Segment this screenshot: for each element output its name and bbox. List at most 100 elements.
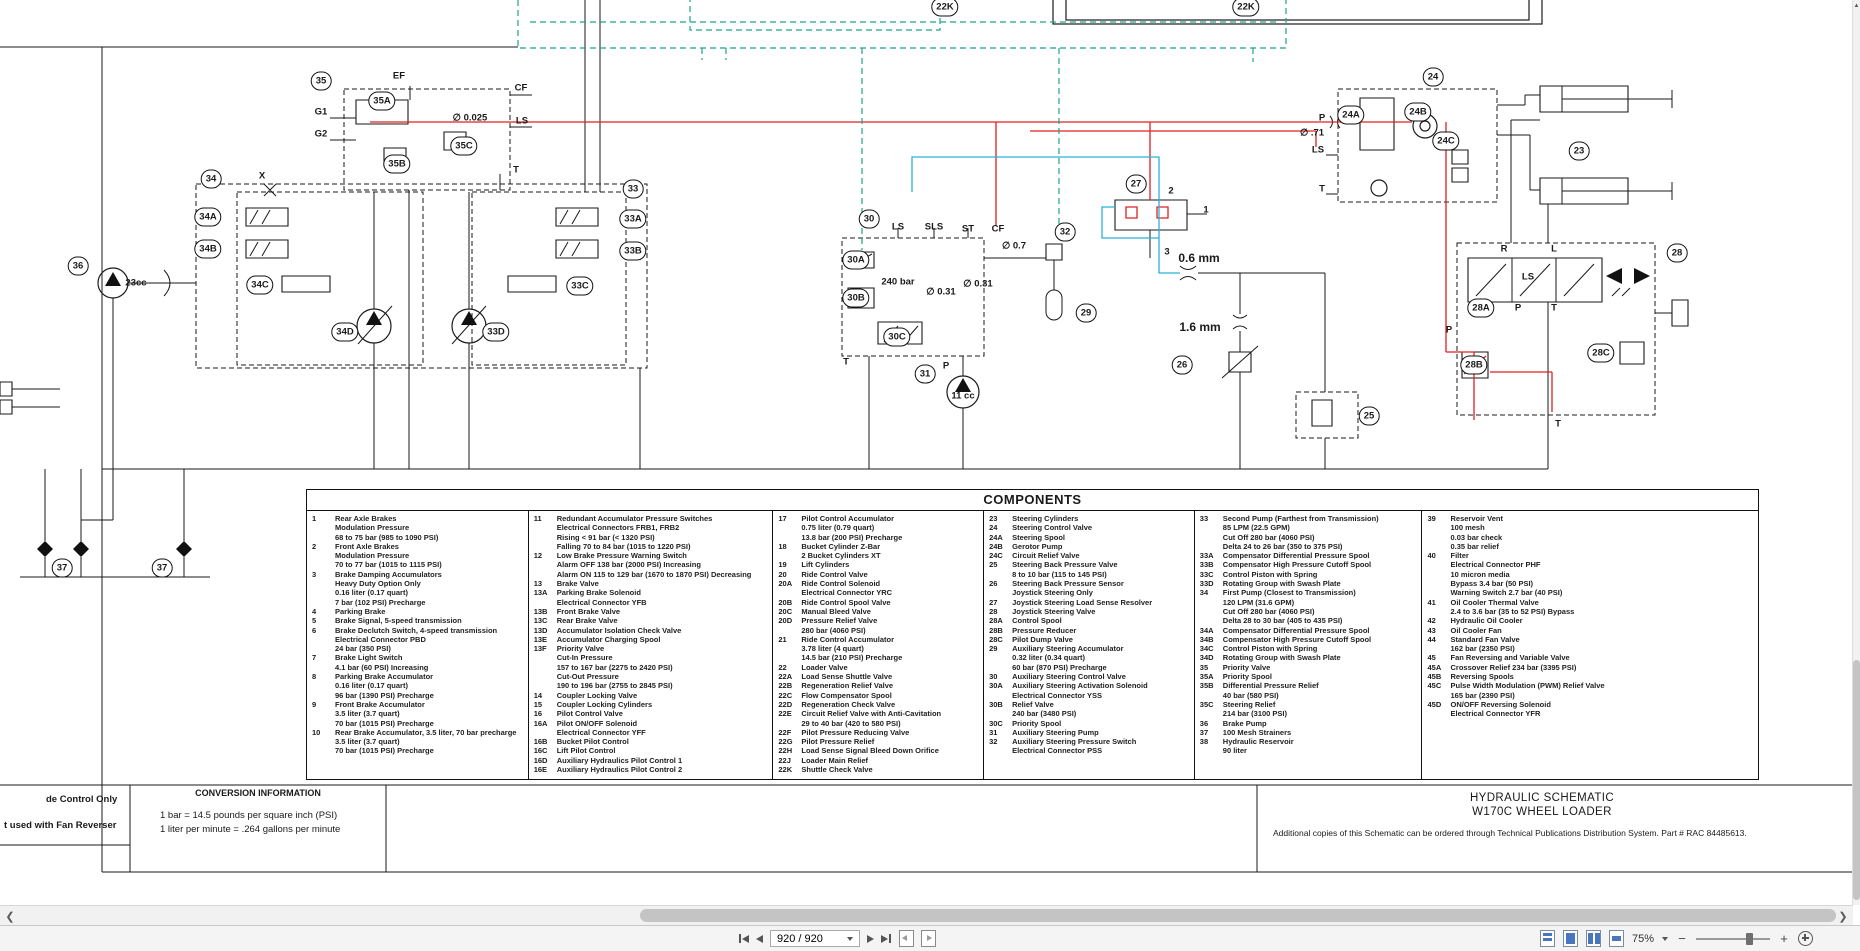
callout-29: 29 [1076, 304, 1097, 323]
previous-view-icon[interactable] [899, 930, 914, 947]
component-entry: 26Steering Back Pressure Sensor [989, 579, 1192, 588]
component-entry: 45Fan Reversing and Variable Valve [1427, 653, 1756, 662]
component-entry: 16DAuxiliary Hydraulics Pilot Control 1 [534, 756, 771, 765]
zoom-slider[interactable] [1696, 932, 1770, 946]
component-entry: 70 bar (1015 PSI) Precharge [312, 719, 526, 728]
callout-22K: 22K [931, 0, 958, 17]
schematic-label: ∅ 0.31 [926, 287, 955, 298]
component-entry: 22GPilot Pressure Relief [778, 737, 981, 746]
zoom-out-button[interactable]: − [1676, 931, 1688, 946]
component-entry: Electrical Connector PHF [1427, 560, 1756, 569]
schematic-label: T [1551, 303, 1557, 314]
component-entry: Cut-In Pressure [534, 653, 771, 662]
zoom-dropdown-caret-icon[interactable] [1662, 937, 1668, 941]
callout-22K: 22K [1232, 0, 1259, 17]
component-entry: 11Redundant Accumulator Pressure Switche… [534, 514, 771, 523]
components-column-6: 39Reservoir Vent100 mesh0.03 bar check0.… [1422, 511, 1758, 780]
vertical-scrollbar[interactable] [1852, 0, 1860, 905]
page-number-input[interactable] [771, 932, 847, 946]
component-entry: 3.78 liter (4 quart) [778, 644, 981, 653]
last-page-button[interactable] [881, 930, 892, 948]
vertical-scroll-up-arrow[interactable]: ▲ [1853, 0, 1860, 12]
component-entry: Electrical Connector PBD [312, 635, 526, 644]
component-entry: 21Ride Control Accumulator [778, 635, 981, 644]
component-entry: 25Steering Back Pressure Valve [989, 560, 1192, 569]
callout-34: 34 [201, 170, 222, 189]
component-entry: 29Auxiliary Steering Accumulator [989, 644, 1192, 653]
component-entry: 35BDifferential Pressure Relief [1200, 681, 1420, 690]
component-entry: Electrical Connector YSS [989, 691, 1192, 700]
component-entry: 17Pilot Control Accumulator [778, 514, 981, 523]
callout-35A: 35A [368, 92, 395, 111]
scroll-right-arrow[interactable]: ❯ [1835, 908, 1851, 924]
scroll-left-arrow[interactable]: ❮ [2, 908, 18, 924]
component-entry: 22CFlow Compensator Spool [778, 691, 981, 700]
title-block-line2: W170C WHEEL LOADER [1257, 806, 1827, 818]
component-entry: Electrical Connector YFF [534, 728, 771, 737]
component-entry: 19Lift Cylinders [778, 560, 981, 569]
component-entry: 16APilot ON/OFF Solenoid [534, 719, 771, 728]
component-entry: 20Ride Control Valve [778, 570, 981, 579]
component-entry: 41Oil Cooler Thermal Valve [1427, 598, 1756, 607]
components-title: COMPONENTS [307, 490, 1758, 511]
horizontal-scrollbar[interactable]: ❮ ❯ [0, 905, 1853, 926]
first-page-button[interactable] [738, 930, 749, 948]
schematic-label: P [943, 361, 949, 372]
zoom-slider-thumb[interactable] [1746, 933, 1753, 945]
component-entry: Alarm OFF 138 bar (2000 PSI) Increasing [534, 560, 771, 569]
component-entry: 12Low Brake Pressure Warning Switch [534, 551, 771, 560]
component-entry: 165 bar (2390 PSI) [1427, 691, 1756, 700]
component-entry: Cut-Out Pressure [534, 672, 771, 681]
schematic-label: P [1515, 303, 1521, 314]
schematic-label: LS [892, 222, 904, 233]
component-entry: 0.75 liter (0.79 quart) [778, 523, 981, 532]
component-entry: 2 Bucket Cylinders XT [778, 551, 981, 560]
schematic-label: X [259, 171, 265, 182]
component-entry: 10Rear Brake Accumulator, 3.5 liter, 70 … [312, 728, 526, 737]
schematic-label: EF [393, 71, 405, 82]
reading-mode-icon[interactable] [1609, 930, 1624, 947]
single-page-view-icon[interactable] [1563, 930, 1578, 947]
schematic-label: 240 bar [881, 277, 914, 288]
callout-34B: 34B [194, 240, 221, 259]
scrolling-mode-icon[interactable] [1540, 930, 1555, 947]
schematic-label: R [1501, 244, 1508, 255]
accumulator-29-symbol [1046, 290, 1062, 320]
component-entry: 28CPilot Dump Valve [989, 635, 1192, 644]
horizontal-scrollbar-thumb[interactable] [640, 909, 1836, 922]
component-entry: Electrical Connectors FRB1, FRB2 [534, 523, 771, 532]
next-view-icon[interactable] [921, 930, 936, 947]
vertical-scrollbar-thumb[interactable] [1853, 660, 1860, 900]
component-entry: 16EAuxiliary Hydraulics Pilot Control 2 [534, 765, 771, 774]
callout-24: 24 [1423, 68, 1444, 87]
page-dropdown-caret-icon[interactable] [847, 937, 853, 941]
schematic-label: T [513, 165, 519, 176]
component-entry: 9Front Brake Accumulator [312, 700, 526, 709]
component-entry: 70 to 77 bar (1015 to 1115 PSI) [312, 560, 526, 569]
previous-page-button[interactable] [756, 930, 763, 948]
callout-35: 35 [311, 72, 332, 91]
callout-28B: 28B [1460, 356, 1487, 375]
schematic-label: ∅ .71 [1300, 128, 1324, 139]
component-entry: Alarm ON 115 to 129 bar (1670 to 1870 PS… [534, 570, 771, 579]
schematic-label: CF [515, 83, 528, 94]
component-entry: 34DRotating Group with Swash Plate [1200, 653, 1420, 662]
schematic-label: T [1555, 419, 1561, 430]
bottom-toolbar: 75% − + [0, 925, 1860, 951]
zoom-in-button[interactable]: + [1778, 931, 1790, 946]
callout-26: 26 [1172, 356, 1193, 375]
component-entry: 22FPilot Pressure Reducing Valve [778, 728, 981, 737]
schematic-label: 1 [1203, 205, 1208, 216]
component-entry: 120 LPM (31.6 GPM) [1200, 598, 1420, 607]
page-number-box[interactable] [770, 930, 860, 947]
component-entry: 30CPriority Spool [989, 719, 1192, 728]
schematic-label: SLS [925, 222, 943, 233]
component-entry: 28BPressure Reducer [989, 626, 1192, 635]
two-page-view-icon[interactable] [1586, 930, 1601, 947]
next-page-button[interactable] [867, 930, 874, 948]
callout-35C: 35C [450, 137, 477, 156]
marquee-zoom-icon[interactable] [1798, 931, 1813, 946]
component-entry: 214 bar (3100 PSI) [1200, 709, 1420, 718]
zoom-level-label[interactable]: 75% [1632, 933, 1654, 945]
component-entry: 45CPulse Width Modulation (PWM) Relief V… [1427, 681, 1756, 690]
